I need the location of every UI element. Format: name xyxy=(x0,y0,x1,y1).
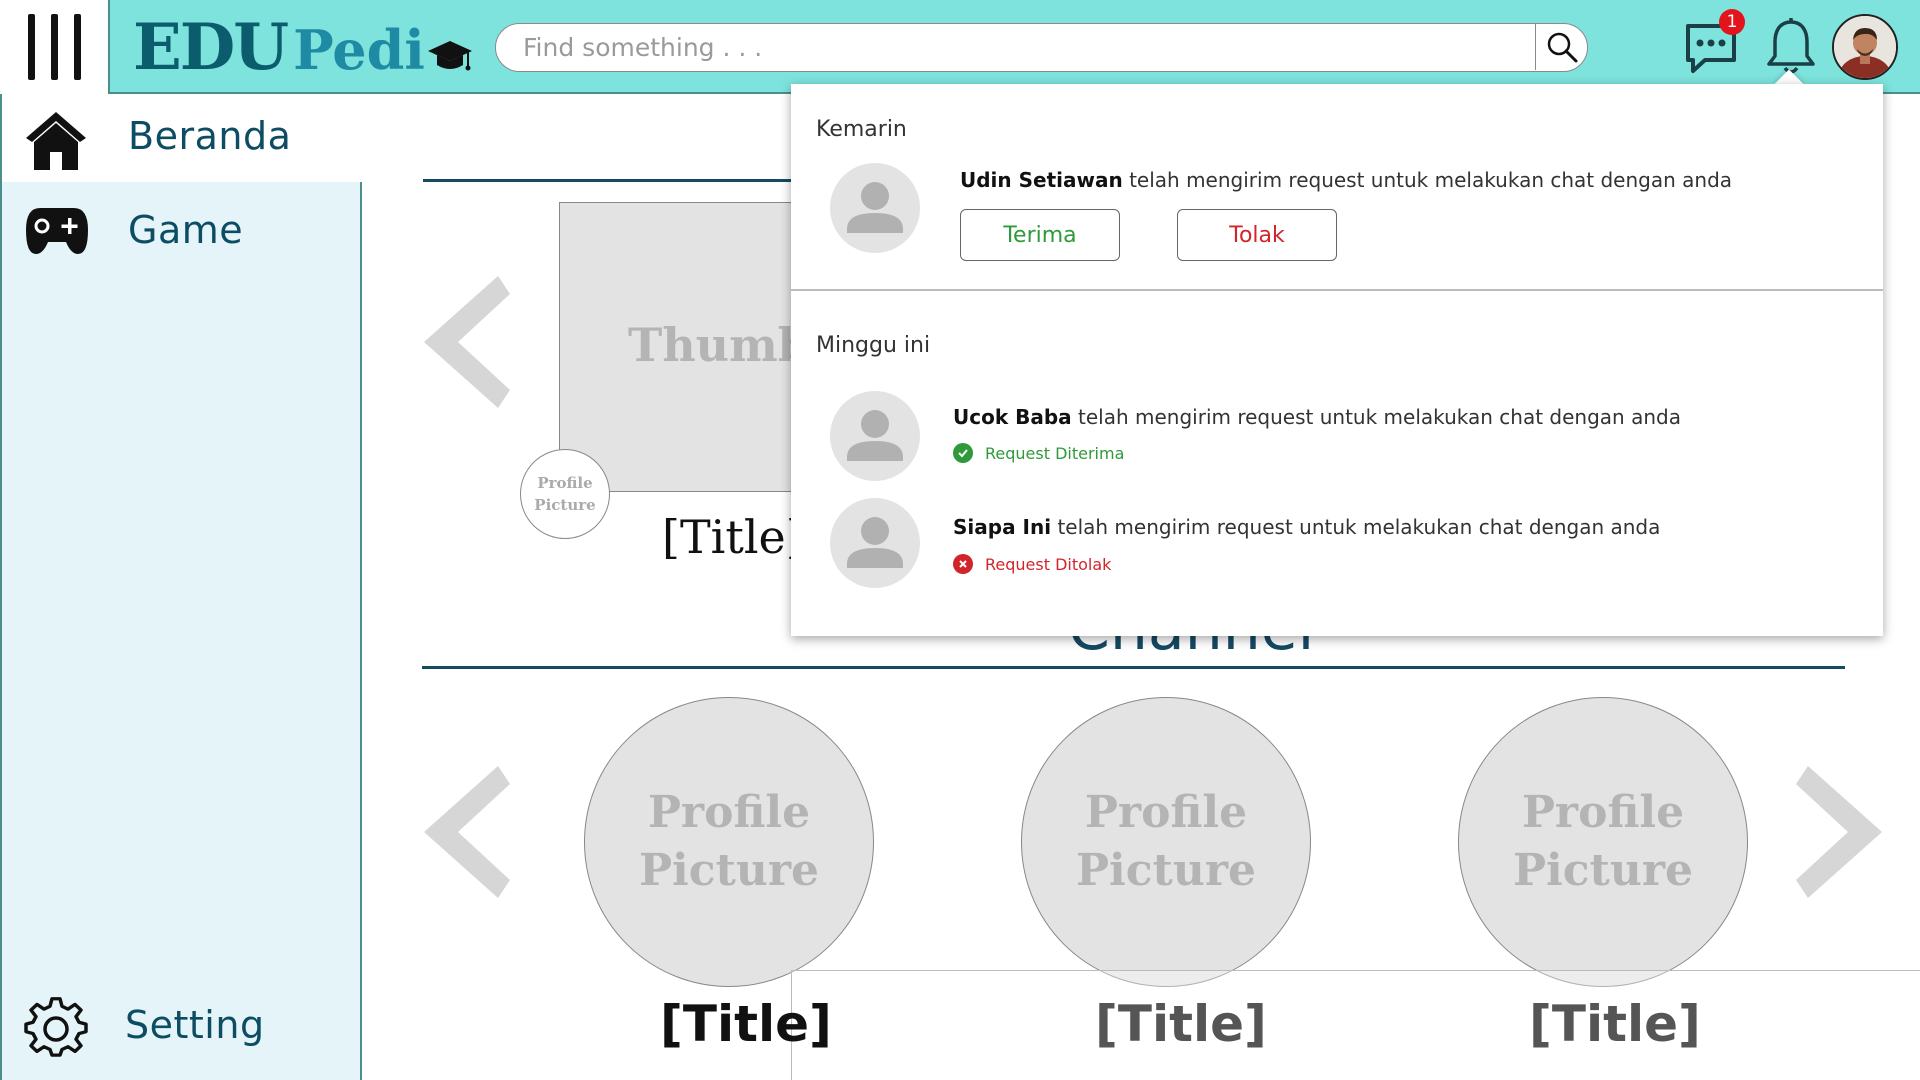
menu-bar xyxy=(73,14,81,80)
menu-bar xyxy=(50,14,58,80)
notification-text: telah mengirim request untuk melakukan c… xyxy=(1129,168,1733,192)
sidebar-item-label: Beranda xyxy=(128,114,292,158)
channel-profile-picture[interactable]: Profile Picture xyxy=(584,697,874,987)
notification-dropdown: Kemarin Udin Setiawan telah mengirim req… xyxy=(791,84,1883,636)
sidebar: Beranda Game Setting xyxy=(0,94,362,1080)
notification-message: Siapa Ini telah mengirim request untuk m… xyxy=(953,515,1660,539)
search-button[interactable] xyxy=(1535,24,1587,70)
user-placeholder-avatar xyxy=(830,498,920,588)
group-label-this-week: Minggu ini xyxy=(816,333,931,358)
notification-text: telah mengirim request untuk melakukan c… xyxy=(1078,405,1681,429)
channel-title[interactable]: [Title] xyxy=(1095,995,1267,1053)
logo-pedi-text: Pedi xyxy=(293,18,425,82)
top-bar: EDU Pedi 1 xyxy=(0,0,1920,94)
profile-picture-text: Picture xyxy=(638,845,820,896)
home-icon xyxy=(24,108,88,170)
channel-prev-icon[interactable] xyxy=(410,762,510,902)
person-icon xyxy=(847,410,903,461)
status-rejected: Request Ditolak xyxy=(953,554,1111,574)
x-circle-icon xyxy=(953,554,973,574)
bell-icon xyxy=(1767,18,1815,74)
notification-sender: Udin Setiawan xyxy=(960,168,1123,192)
channel-profile-picture[interactable]: Profile Picture xyxy=(520,449,610,539)
chat-badge: 1 xyxy=(1719,9,1745,35)
notification-text: telah mengirim request untuk melakukan c… xyxy=(1057,515,1661,539)
notification-sender: Siapa Ini xyxy=(953,515,1052,539)
section-divider xyxy=(422,666,1845,669)
graduation-cap-icon xyxy=(427,39,473,79)
video-title[interactable]: [Title] xyxy=(662,510,804,564)
status-text: Request Ditolak xyxy=(985,554,1112,574)
user-avatar[interactable] xyxy=(1832,14,1898,80)
group-label-yesterday: Kemarin xyxy=(816,117,907,142)
channel-profile-picture[interactable]: Profile Picture xyxy=(1021,697,1311,987)
sidebar-item-beranda[interactable]: Beranda xyxy=(2,94,362,182)
search-icon xyxy=(1547,32,1577,63)
search-bar xyxy=(495,23,1588,72)
menu-button[interactable] xyxy=(0,0,110,94)
profile-picture-text: Picture xyxy=(1512,845,1694,896)
carousel-prev-icon[interactable] xyxy=(410,272,510,412)
profile-picture-text: Profile xyxy=(1084,787,1248,838)
profile-picture-text: Picture xyxy=(1075,845,1257,896)
section-divider xyxy=(423,179,843,182)
logo-edu-text: EDU xyxy=(133,10,289,85)
status-text: Request Diterima xyxy=(985,443,1125,463)
gear-icon xyxy=(24,997,88,1057)
notification-sender: Ucok Baba xyxy=(953,405,1072,429)
channel-profile-picture[interactable]: Profile Picture xyxy=(1458,697,1748,987)
group-divider xyxy=(791,289,1883,291)
notification-button[interactable] xyxy=(1763,16,1819,80)
accept-button[interactable]: Terima xyxy=(960,209,1120,261)
user-placeholder-avatar xyxy=(830,391,920,481)
profile-picture-text: Profile xyxy=(1521,787,1685,838)
reject-button[interactable]: Tolak xyxy=(1177,209,1337,261)
edupedia-logo[interactable]: EDU Pedi xyxy=(133,10,473,85)
profile-picture-text: Profile xyxy=(647,787,811,838)
overlay-panel xyxy=(791,970,1920,1080)
sidebar-item-label: Setting xyxy=(125,1003,265,1047)
gamepad-icon xyxy=(24,202,88,262)
status-accepted: Request Diterima xyxy=(953,443,1124,463)
profile-picture-text: Picture xyxy=(534,496,596,514)
channel-next-icon[interactable] xyxy=(1796,762,1896,902)
channel-title[interactable]: [Title] xyxy=(660,995,832,1053)
search-input[interactable] xyxy=(496,24,1536,70)
profile-picture-text: Profile xyxy=(537,474,593,492)
user-placeholder-avatar xyxy=(830,163,920,253)
menu-bar xyxy=(27,14,35,80)
notification-message: Ucok Baba telah mengirim request untuk m… xyxy=(953,405,1681,429)
person-icon xyxy=(847,182,903,233)
sidebar-item-label: Game xyxy=(128,208,244,252)
person-icon xyxy=(847,517,903,568)
notification-message: Udin Setiawan telah mengirim request unt… xyxy=(960,168,1732,192)
check-circle-icon xyxy=(953,443,973,463)
channel-title[interactable]: [Title] xyxy=(1529,995,1701,1053)
sidebar-item-setting[interactable]: Setting xyxy=(2,983,362,1071)
sidebar-item-game[interactable]: Game xyxy=(2,188,362,276)
